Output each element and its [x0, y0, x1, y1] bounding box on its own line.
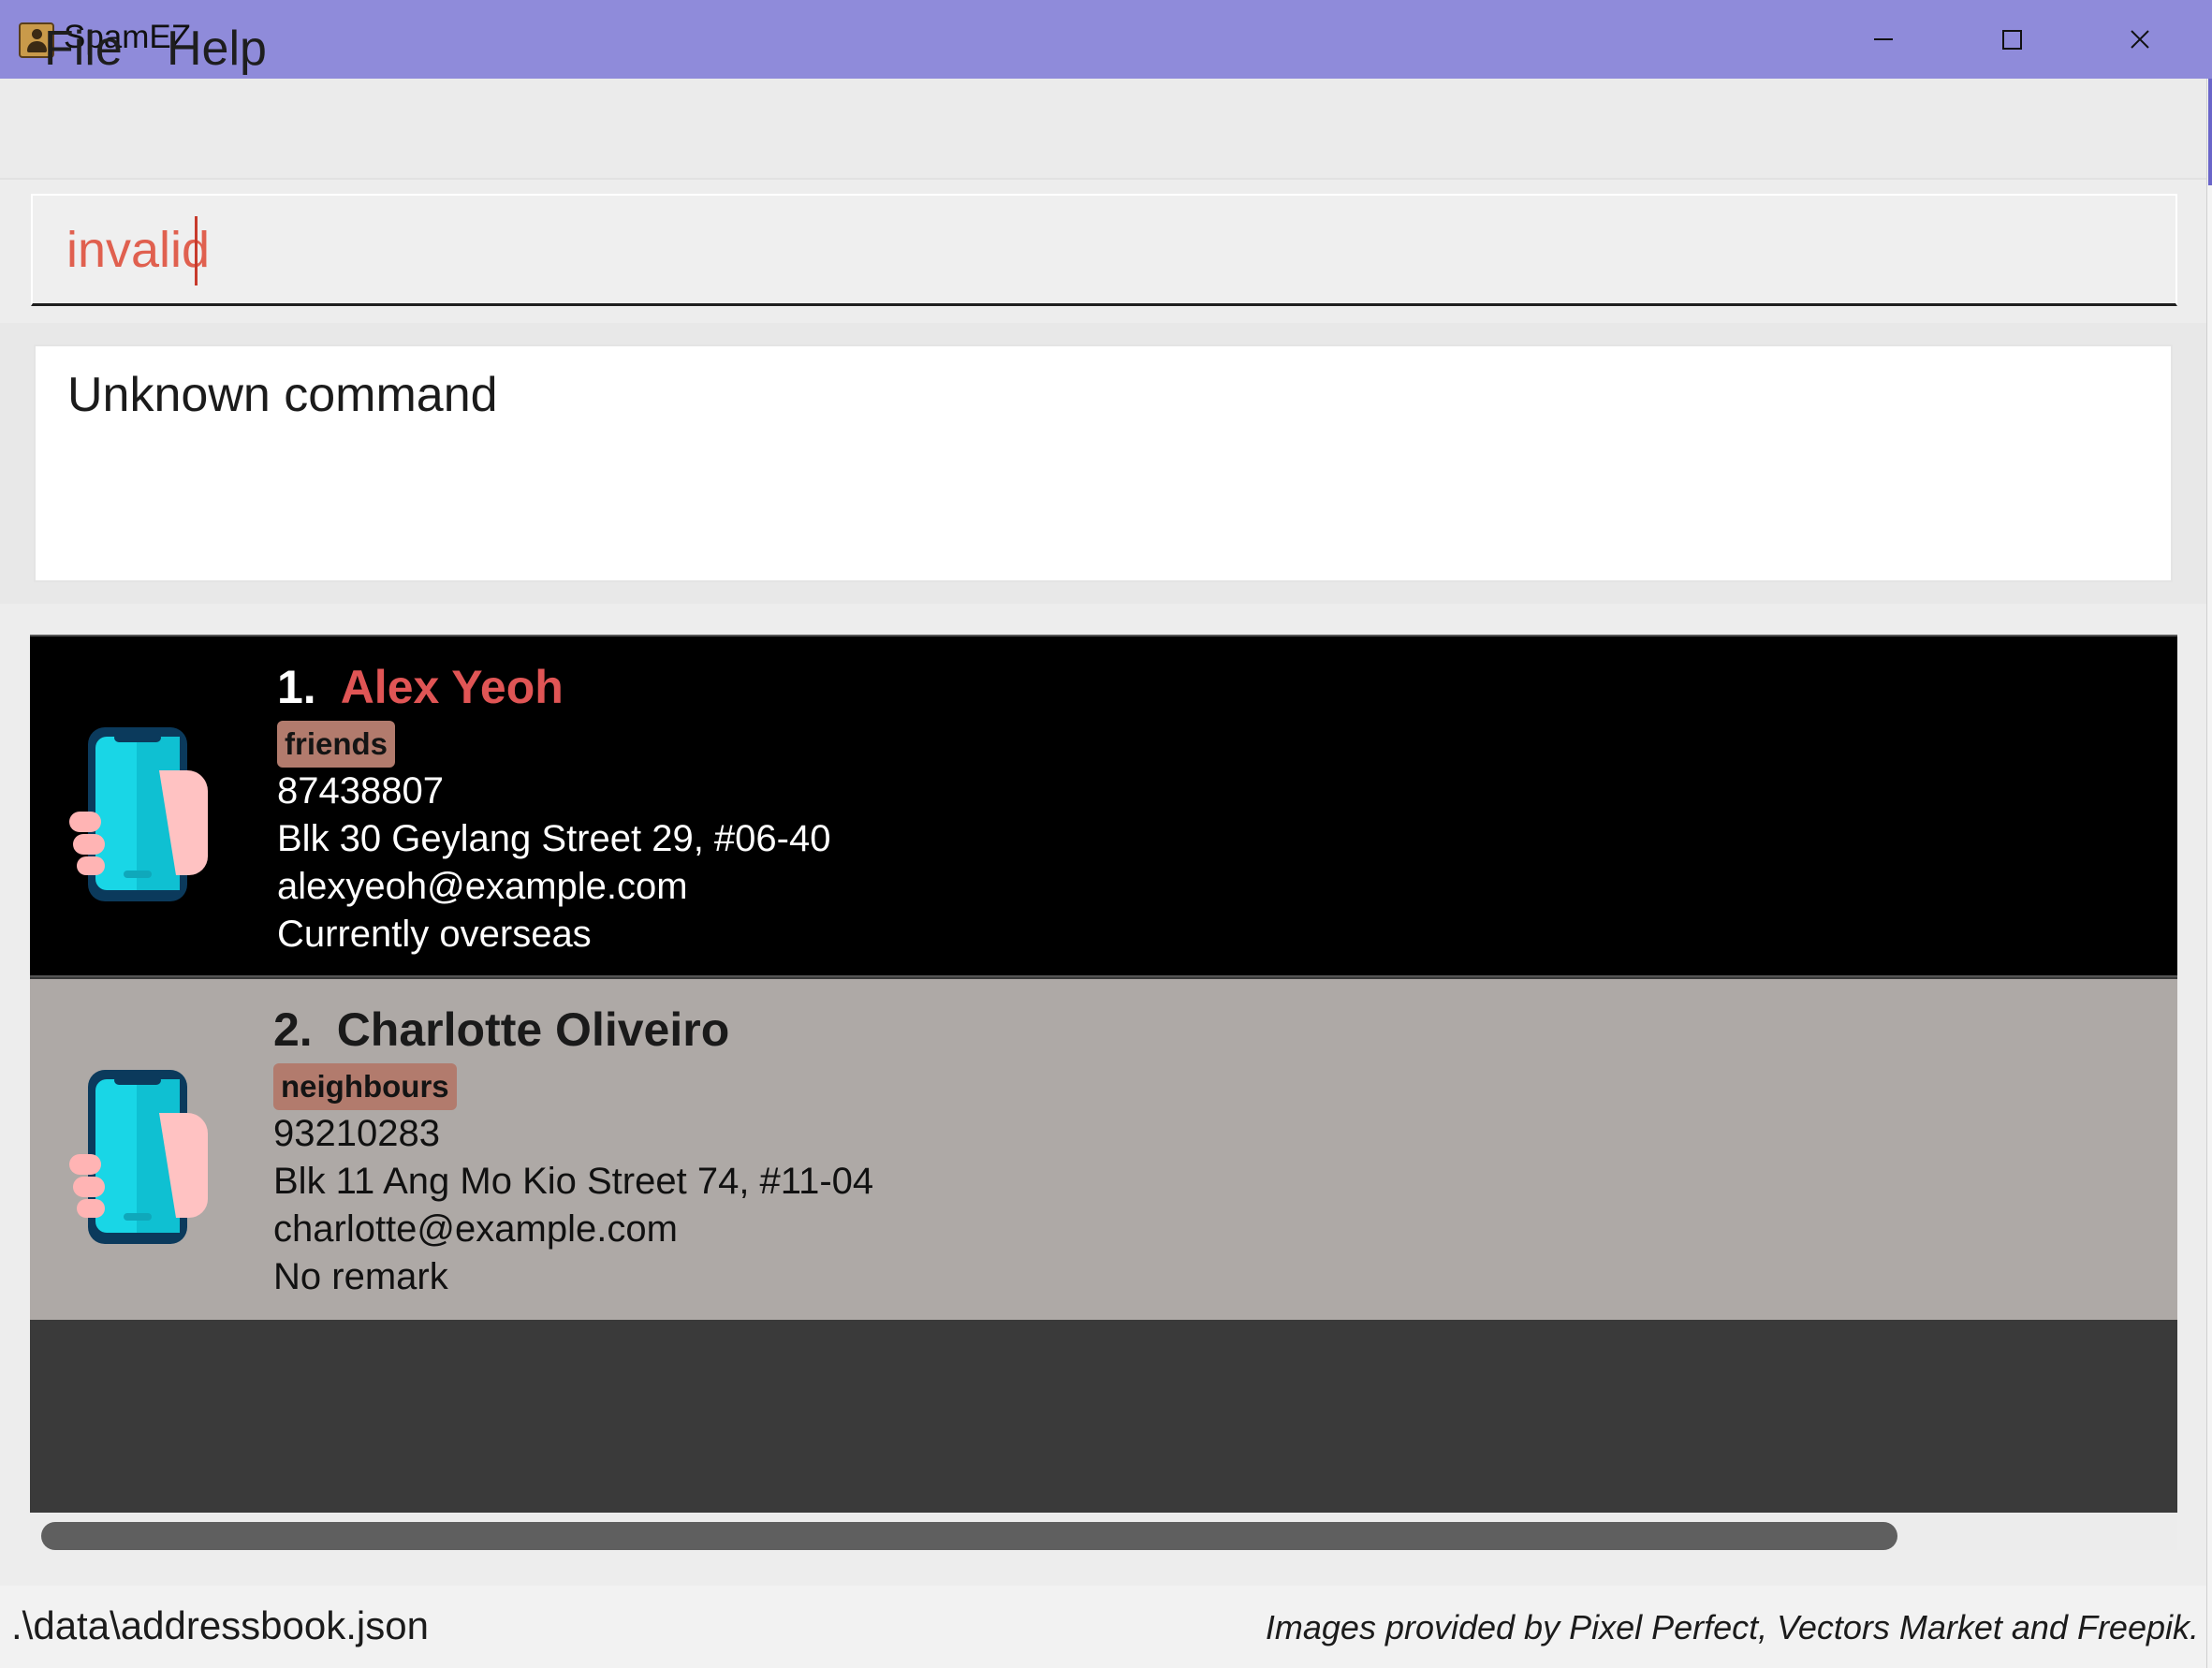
phone-number: 93210283	[273, 1113, 440, 1154]
tag-label: friends	[277, 721, 396, 768]
result-message: Unknown command	[67, 368, 498, 422]
image-credits: Images provided by Pixel Perfect, Vector…	[1265, 1608, 2199, 1646]
hand-holding-phone-icon	[69, 1070, 208, 1244]
menu-help[interactable]: Help	[167, 21, 267, 77]
scrollbar-thumb[interactable]	[41, 1522, 1897, 1550]
person-index: 1.	[277, 661, 316, 713]
command-input[interactable]	[66, 214, 2126, 285]
window-edge	[2206, 79, 2212, 1668]
address: Blk 11 Ang Mo Kio Street 74, #11-04	[273, 1161, 874, 1202]
person-name: Charlotte Oliveiro	[336, 1003, 730, 1056]
remark: Currently overseas	[277, 914, 592, 955]
person-card[interactable]: 2. Charlotte Oliveiro neighbours 93210283…	[30, 979, 2177, 1320]
file-path: .\data\addressbook.json	[11, 1603, 429, 1647]
person-card[interactable]: 1. Alex Yeoh friends 87438807 Blk 30 Geyl…	[30, 636, 2177, 977]
close-button[interactable]	[2076, 0, 2204, 79]
maximize-icon	[2001, 29, 2022, 50]
menu-file[interactable]: File	[44, 21, 123, 77]
person-name: Alex Yeoh	[340, 661, 564, 713]
close-icon	[2131, 30, 2149, 49]
tag-label: neighbours	[273, 1063, 457, 1110]
remark: No remark	[273, 1256, 448, 1297]
address: Blk 30 Geylang Street 29, #06-40	[277, 818, 831, 859]
email: alexyeoh@example.com	[277, 866, 688, 907]
email: charlotte@example.com	[273, 1208, 678, 1250]
hand-holding-phone-icon	[69, 727, 208, 901]
maximize-button[interactable]	[1948, 0, 2075, 79]
phone-number: 87438807	[277, 770, 444, 812]
minimize-icon	[1874, 38, 1893, 40]
menu-bar	[0, 79, 2206, 180]
person-index: 2.	[273, 1003, 313, 1056]
command-box	[31, 194, 2177, 306]
text-caret	[195, 216, 198, 285]
minimize-button[interactable]	[1820, 0, 1947, 79]
